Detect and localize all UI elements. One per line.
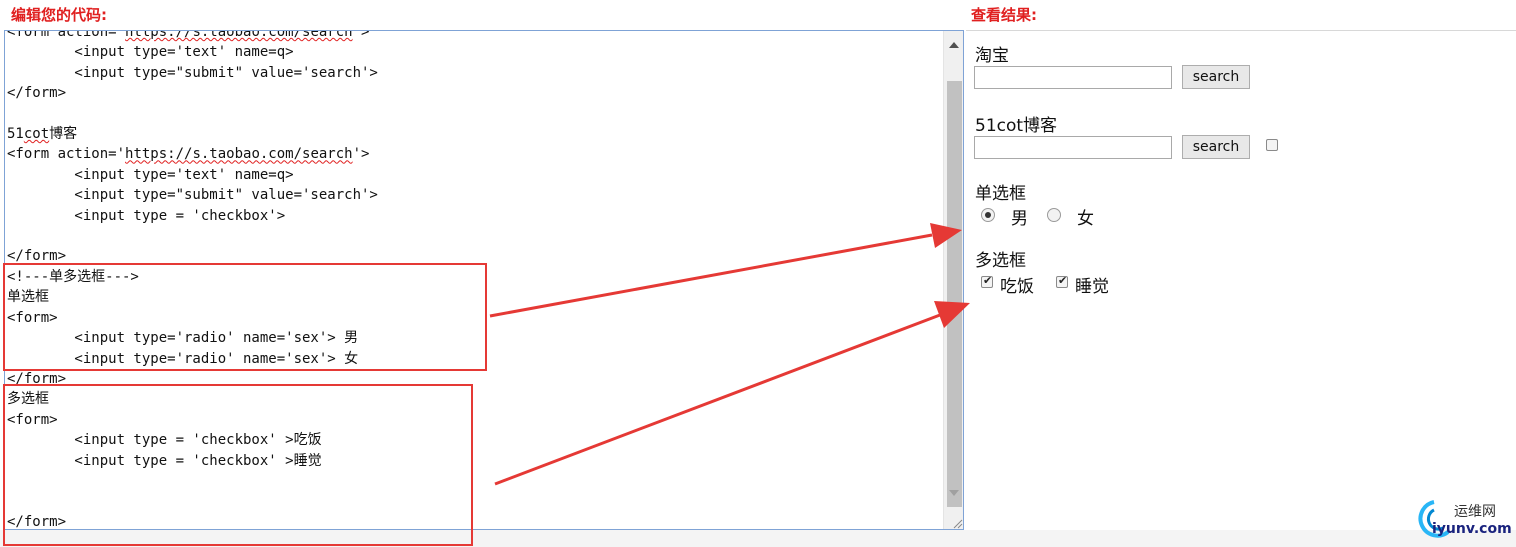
annotation-arrow-icon bbox=[494, 313, 941, 486]
watermark-domain: iyunv.com bbox=[1432, 521, 1512, 537]
annotation-arrow-icon bbox=[934, 301, 970, 328]
watermark: 运维网 iyunv.com bbox=[1412, 498, 1516, 542]
watermark-text: 运维网 bbox=[1454, 504, 1496, 520]
annotation-arrow-icon bbox=[489, 233, 933, 318]
annotation-overlay bbox=[489, 223, 970, 486]
annotation-arrow-icon bbox=[930, 223, 962, 248]
